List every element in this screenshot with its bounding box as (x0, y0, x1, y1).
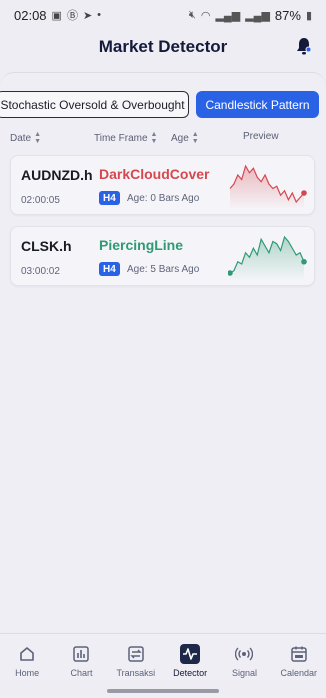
mute-icon: 🔇︎ (188, 8, 196, 21)
bottom-nav: Home Chart Transaksi Detector Signal Cal… (0, 633, 326, 681)
signal-pattern: DarkCloudCover (99, 166, 210, 182)
column-header-time-frame-label: Time Frame (94, 132, 148, 144)
signal-icon (234, 644, 254, 664)
nav-item-calendar-label: Calendar (280, 668, 318, 678)
tab-stochastic[interactable]: Stochastic Oversold & Overbought (0, 91, 189, 118)
nav-item-transaksi[interactable]: Transaksi (109, 634, 163, 681)
nav-item-signal[interactable]: Signal (217, 634, 271, 681)
signal-time: 03:00:02 (21, 266, 60, 277)
signal-card[interactable]: AUDNZD.h 02:00:05 DarkCloudCover H4 Age:… (10, 155, 315, 215)
nav-item-home[interactable]: Home (0, 634, 54, 681)
status-right: 🔇︎ ◠ ▂▄▆ ▂▄▆ 87% ▮ (189, 8, 312, 23)
signal-age: Age: 0 Bars Ago (127, 193, 200, 204)
column-header-date[interactable]: Date ▲ ▼ (10, 131, 41, 145)
signal-symbol: AUDNZD.h (21, 167, 93, 183)
preview-sparkline (228, 235, 307, 281)
app-bar: Market Detector (0, 30, 326, 64)
page-title: Market Detector (98, 37, 228, 56)
home-icon (17, 644, 37, 664)
sparkline-area (230, 237, 304, 281)
home-indicator[interactable] (107, 689, 219, 693)
battery-icon: ▮ (305, 9, 312, 22)
nav-item-signal-label: Signal (231, 668, 257, 678)
column-header-preview: Preview (243, 131, 279, 142)
transaction-icon (126, 644, 146, 664)
status-left: 02:08 ▣ Ⓑ ➤ • (14, 7, 101, 23)
pulse-icon (180, 644, 201, 664)
signal-time: 02:00:05 (21, 195, 60, 206)
sort-icon: ▲ ▼ (150, 131, 158, 145)
nav-item-detector[interactable]: Detector (163, 634, 217, 681)
calendar-icon (289, 644, 309, 664)
signal-card[interactable]: CLSK.h 03:00:02 PiercingLine H4 Age: 5 B… (10, 226, 315, 286)
nav-item-home-label: Home (15, 668, 40, 678)
battery-level: 87% (274, 7, 301, 23)
timeframe-badge: H4 (99, 191, 120, 205)
bitcoin-notification-icon: Ⓑ (66, 10, 78, 22)
nav-item-transaksi-label: Transaksi (116, 668, 156, 678)
timeframe-badge: H4 (99, 262, 120, 276)
more-notifications-icon: • (97, 9, 102, 21)
cell-signal-icon: ▂▄▆ (215, 9, 241, 22)
telegram-notification-icon: ➤ (82, 9, 93, 22)
sparkline-marker (301, 190, 307, 196)
status-bar: 02:08 ▣ Ⓑ ➤ • 🔇︎ ◠ ▂▄▆ ▂▄▆ 87% ▮ (0, 0, 326, 30)
column-header-age[interactable]: Age ▲ ▼ (171, 131, 199, 145)
tab-candlestick-pattern[interactable]: Candlestick Pattern (196, 91, 319, 118)
nav-item-chart[interactable]: Chart (54, 634, 108, 681)
preview-sparkline (229, 164, 307, 210)
sort-icon: ▲ ▼ (34, 131, 42, 145)
nav-item-detector-label: Detector (173, 668, 208, 678)
wifi-icon: ◠ (200, 9, 211, 22)
nav-item-chart-label: Chart (70, 668, 93, 678)
signal-symbol: CLSK.h (21, 238, 72, 254)
sparkline-area (230, 166, 304, 210)
column-header-age-label: Age (171, 132, 189, 144)
status-time: 02:08 (14, 7, 47, 23)
column-header-preview-label: Preview (243, 131, 279, 142)
column-header-time-frame[interactable]: Time Frame ▲ ▼ (94, 131, 157, 145)
nav-item-calendar[interactable]: Calendar (272, 634, 326, 681)
signal-pattern: PiercingLine (99, 237, 184, 253)
bar-chart-icon (71, 644, 91, 664)
cell-signal-2-icon: ▂▄▆ (245, 9, 270, 22)
signal-age: Age: 5 Bars Ago (127, 264, 200, 275)
notification-bell-icon[interactable] (295, 36, 313, 56)
column-header-date-label: Date (10, 132, 32, 144)
sort-icon: ▲ ▼ (191, 131, 199, 145)
gallery-notification-icon: ▣ (51, 9, 62, 22)
sparkline-marker (301, 258, 307, 265)
